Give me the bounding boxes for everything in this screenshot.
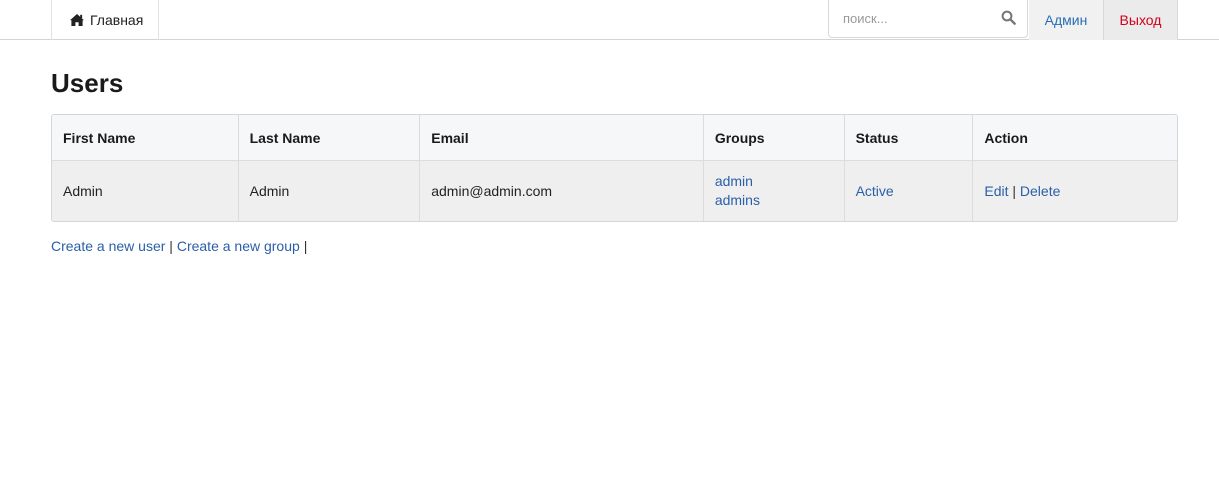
edit-link[interactable]: Edit bbox=[984, 183, 1008, 199]
nav-home-label: Главная bbox=[90, 12, 144, 28]
header-groups: Groups bbox=[703, 115, 845, 161]
search-icon[interactable] bbox=[1001, 10, 1016, 25]
cell-last-name: Admin bbox=[238, 161, 421, 221]
create-user-link[interactable]: Create a new user bbox=[51, 238, 165, 254]
table-header-row: First Name Last Name Email Groups Status… bbox=[52, 115, 1177, 161]
footer-separator-2: | bbox=[303, 238, 308, 254]
status-link[interactable]: Active bbox=[856, 183, 894, 199]
search-box bbox=[828, 0, 1028, 38]
top-navbar: Главная Админ Выход bbox=[0, 0, 1219, 40]
page-title: Users bbox=[51, 68, 124, 98]
nav-home-link[interactable]: Главная bbox=[51, 0, 159, 40]
create-group-link[interactable]: Create a new group bbox=[177, 238, 300, 254]
header-email: Email bbox=[420, 115, 704, 161]
cell-groups: admin admins bbox=[703, 161, 845, 221]
nav-logout-link[interactable]: Выход bbox=[1103, 0, 1178, 40]
cell-status: Active bbox=[844, 161, 974, 221]
footer-links: Create a new user | Create a new group | bbox=[51, 237, 307, 255]
delete-link[interactable]: Delete bbox=[1020, 183, 1060, 199]
cell-first-name: Admin bbox=[52, 161, 239, 221]
search-input[interactable] bbox=[829, 3, 989, 34]
home-icon bbox=[69, 13, 85, 27]
table-row: Admin Admin admin@admin.com admin admins… bbox=[52, 161, 1177, 221]
group-link-admin[interactable]: admin bbox=[715, 172, 844, 191]
header-action: Action bbox=[973, 115, 1177, 161]
group-link-admins[interactable]: admins bbox=[715, 191, 844, 210]
action-separator: | bbox=[1012, 183, 1017, 199]
nav-admin-link[interactable]: Админ bbox=[1029, 0, 1103, 40]
footer-separator-1: | bbox=[169, 238, 173, 254]
users-table: First Name Last Name Email Groups Status… bbox=[51, 114, 1178, 222]
cell-email: admin@admin.com bbox=[420, 161, 704, 221]
header-first-name: First Name bbox=[52, 115, 239, 161]
header-last-name: Last Name bbox=[238, 115, 421, 161]
header-status: Status bbox=[844, 115, 974, 161]
cell-action: Edit | Delete bbox=[973, 161, 1177, 221]
